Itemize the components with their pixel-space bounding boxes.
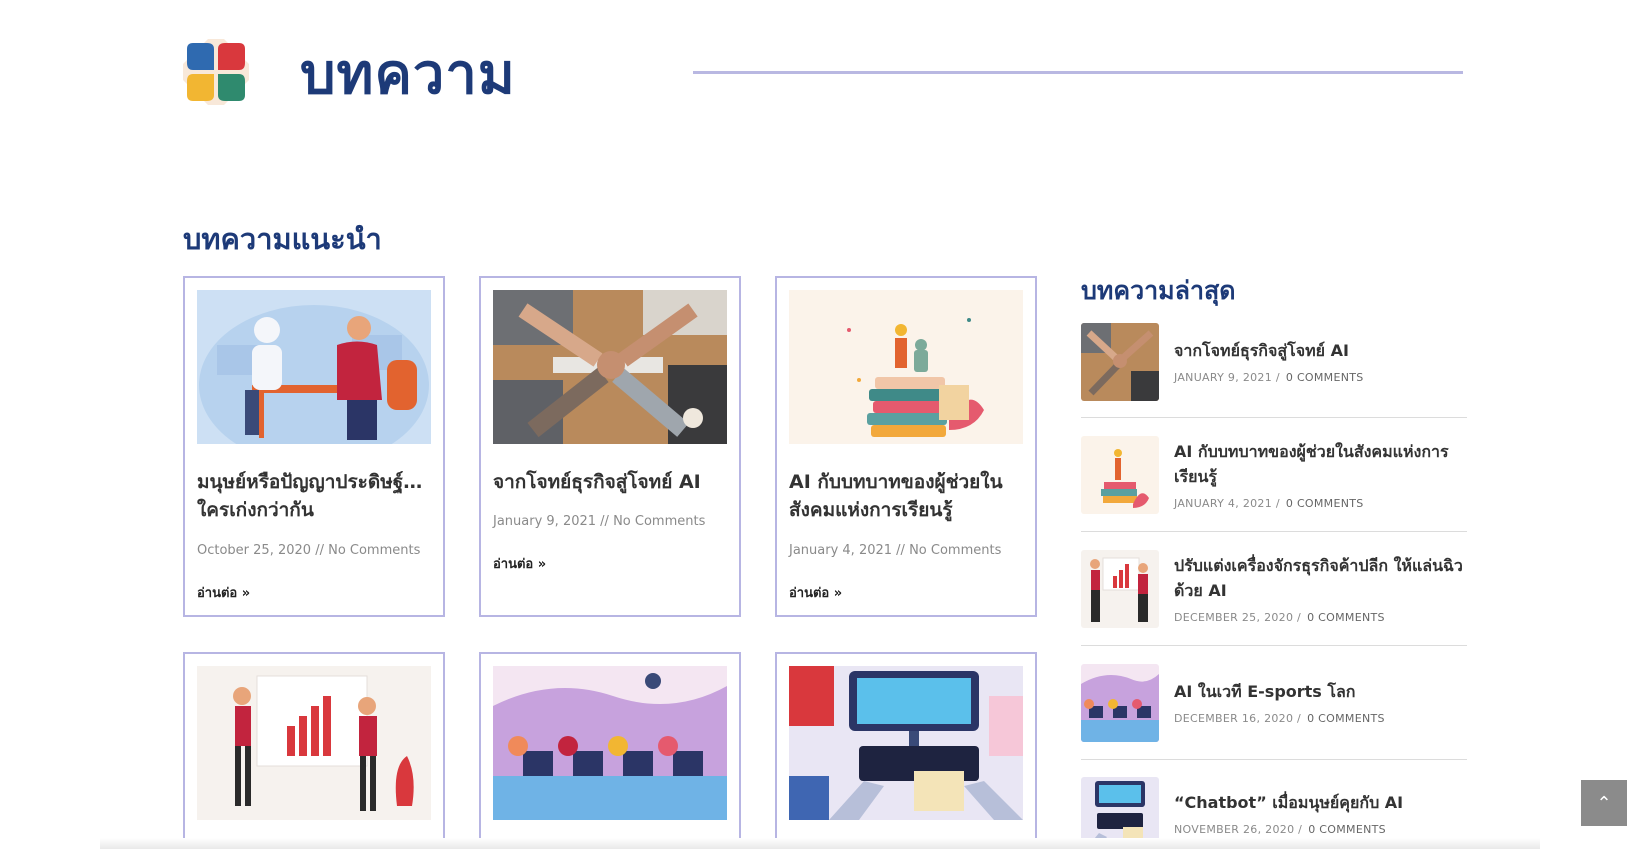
latest-item-meta: DECEMBER 16, 2020 /0 COMMENTS (1174, 712, 1385, 725)
latest-item[interactable]: AI กับบทบาทของผู้ช่วยในสังคมแห่งการเรียน… (1081, 436, 1467, 516)
latest-item-meta: DECEMBER 25, 2020 /0 COMMENTS (1174, 611, 1385, 624)
chevron-up-icon: ⌃ (1596, 792, 1612, 814)
bottom-fade (100, 838, 1540, 849)
divider (1081, 759, 1467, 760)
card-title[interactable]: จากโจทย์ธุรกิจสู่โจทย์ AI (493, 468, 729, 496)
latest-item-title[interactable]: “Chatbot” เมื่อมนุษย์คุยกับ AI (1174, 790, 1467, 815)
featured-card[interactable] (775, 652, 1037, 849)
card-image[interactable] (789, 666, 1023, 820)
latest-thumb[interactable] (1081, 436, 1159, 514)
read-more-link[interactable]: อ่านต่อ » (789, 582, 842, 603)
flower-logo-icon[interactable] (177, 33, 255, 111)
latest-item-meta: NOVEMBER 26, 2020 /0 COMMENTS (1174, 823, 1386, 836)
latest-item[interactable]: จากโจทย์ธุรกิจสู่โจทย์ AI JANUARY 9, 202… (1081, 323, 1467, 403)
card-title[interactable]: AI กับบทบาทของผู้ช่วยในสังคมแห่งการเรียน… (789, 468, 1025, 524)
card-meta: January 4, 2021 // No Comments (789, 543, 1002, 558)
divider (1081, 417, 1467, 418)
page-title: บทความ (300, 42, 516, 107)
read-more-link[interactable]: อ่านต่อ » (197, 582, 250, 603)
card-title[interactable]: มนุษย์หรือปัญญาประดิษฐ์… ใครเก่งกว่ากัน (197, 468, 433, 524)
featured-card[interactable]: AI กับบทบาทของผู้ช่วยในสังคมแห่งการเรียน… (775, 276, 1037, 617)
latest-item-meta: JANUARY 4, 2021 /0 COMMENTS (1174, 497, 1364, 510)
scroll-to-top-button[interactable]: ⌃ (1581, 780, 1627, 826)
latest-item-title[interactable]: จากโจทย์ธุรกิจสู่โจทย์ AI (1174, 338, 1467, 363)
latest-thumb[interactable] (1081, 550, 1159, 628)
read-more-link[interactable]: อ่านต่อ » (493, 553, 546, 574)
card-image[interactable] (493, 290, 727, 444)
latest-heading: บทความล่าสุด (1081, 276, 1236, 305)
card-meta: October 25, 2020 // No Comments (197, 543, 421, 558)
featured-heading: บทความแนะนำ (183, 222, 382, 256)
featured-card[interactable]: จากโจทย์ธุรกิจสู่โจทย์ AI January 9, 202… (479, 276, 741, 617)
latest-item-title[interactable]: ปรับแต่งเครื่องจักรธุรกิจค้าปลีก ให้แล่น… (1174, 553, 1467, 603)
card-meta: January 9, 2021 // No Comments (493, 514, 706, 529)
divider (1081, 645, 1467, 646)
latest-thumb[interactable] (1081, 323, 1159, 401)
featured-card[interactable]: มนุษย์หรือปัญญาประดิษฐ์… ใครเก่งกว่ากัน … (183, 276, 445, 617)
featured-card[interactable] (183, 652, 445, 849)
latest-item[interactable]: AI ในเวที E-sports โลก DECEMBER 16, 2020… (1081, 664, 1467, 744)
featured-card[interactable] (479, 652, 741, 849)
card-image[interactable] (197, 290, 431, 444)
card-image[interactable] (789, 290, 1023, 444)
card-image[interactable] (197, 666, 431, 820)
latest-item-title[interactable]: AI กับบทบาทของผู้ช่วยในสังคมแห่งการเรียน… (1174, 439, 1467, 489)
divider (1081, 531, 1467, 532)
card-image[interactable] (493, 666, 727, 820)
header-divider (693, 71, 1463, 74)
latest-item-meta: JANUARY 9, 2021 /0 COMMENTS (1174, 371, 1364, 384)
latest-item[interactable]: ปรับแต่งเครื่องจักรธุรกิจค้าปลีก ให้แล่น… (1081, 550, 1467, 630)
latest-item-title[interactable]: AI ในเวที E-sports โลก (1174, 679, 1467, 704)
latest-thumb[interactable] (1081, 664, 1159, 742)
